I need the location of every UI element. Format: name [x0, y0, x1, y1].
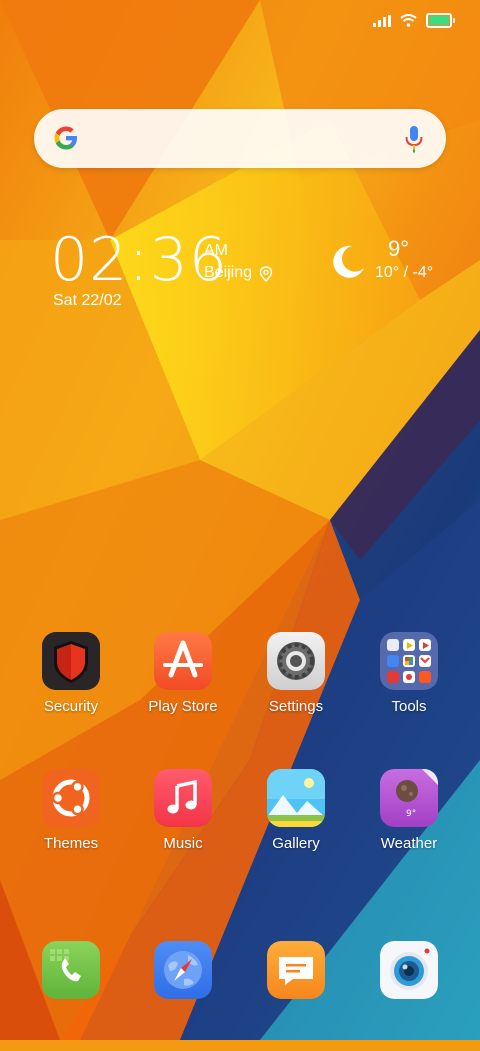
browser-compass-icon: [154, 941, 212, 999]
gallery-icon: [267, 769, 325, 827]
moon-icon: [333, 245, 364, 278]
camera-icon: [380, 941, 438, 999]
google-search-bar[interactable]: [34, 109, 446, 168]
dock-browser[interactable]: [133, 941, 233, 1051]
weather-icon: 9°: [380, 769, 438, 827]
app-weather[interactable]: 9° Weather: [359, 769, 459, 879]
app-label: Play Store: [148, 698, 218, 715]
clock-city: Beijing: [204, 264, 253, 281]
app-gallery[interactable]: Gallery: [246, 769, 346, 879]
themes-icon: [42, 769, 100, 827]
app-music[interactable]: Music: [133, 769, 233, 879]
dock-messages[interactable]: [246, 941, 346, 1051]
google-logo: [54, 126, 77, 150]
shield-icon: [42, 632, 100, 690]
music-note-icon: [154, 769, 212, 827]
app-label: Weather: [380, 835, 438, 852]
app-label: Themes: [43, 835, 99, 852]
microphone-icon[interactable]: [404, 124, 424, 154]
app-security[interactable]: Security: [21, 632, 121, 742]
app-tools-folder[interactable]: Tools: [359, 632, 459, 742]
dock-phone[interactable]: [21, 941, 121, 1051]
folder-icon: [380, 632, 438, 690]
app-label: Gallery: [272, 835, 320, 852]
clock-time[interactable]: 02:36: [50, 228, 228, 292]
app-play-store[interactable]: Play Store: [133, 632, 233, 742]
wifi-icon: [400, 14, 417, 27]
messages-icon: [267, 941, 325, 999]
phone-icon: [42, 941, 100, 999]
app-label: Security: [43, 698, 99, 715]
clock-ampm: AM: [204, 242, 228, 259]
weather-current-temp: 9°: [388, 236, 410, 261]
app-settings[interactable]: Settings: [246, 632, 346, 742]
clock-weather-widget[interactable]: 02:36 AM Beijing Sat 22/02 9° 10° / -4°: [50, 228, 450, 318]
weather-temp-range: 10° / -4°: [375, 264, 434, 281]
svg-text:9°: 9°: [406, 809, 416, 819]
battery-icon: [426, 13, 455, 28]
status-bar: [0, 0, 480, 44]
app-themes[interactable]: Themes: [21, 769, 121, 879]
signal-icon: [373, 14, 391, 27]
location-pin-icon: [259, 266, 273, 282]
app-label: Settings: [268, 698, 324, 715]
gear-icon: [267, 632, 325, 690]
dock-camera[interactable]: [359, 941, 459, 1051]
clock-date: Sat 22/02: [53, 292, 122, 309]
app-label: Tools: [391, 698, 427, 715]
app-label: Music: [163, 835, 203, 852]
app-store-icon: [154, 632, 212, 690]
